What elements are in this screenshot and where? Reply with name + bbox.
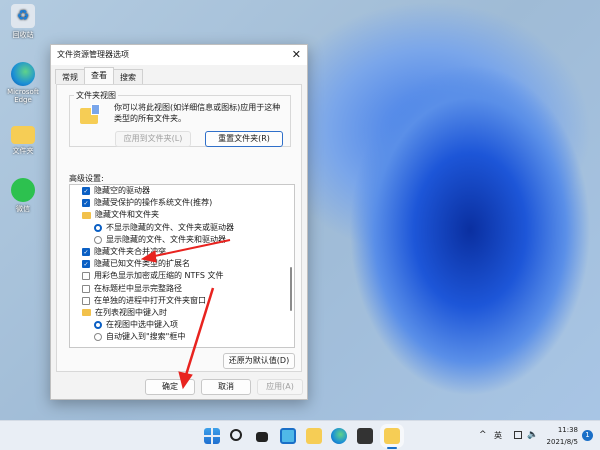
- time: 11:38: [557, 426, 578, 434]
- date: 2021/8/5: [546, 438, 578, 446]
- red-arrow-icon: [178, 287, 215, 390]
- tab-view[interactable]: 查看: [84, 67, 114, 84]
- notification-badge[interactable]: 1: [582, 430, 593, 441]
- network-icon[interactable]: [514, 431, 522, 439]
- file-explorer-icon[interactable]: [306, 428, 322, 444]
- widgets-icon[interactable]: [280, 428, 296, 444]
- active-indicator: [387, 447, 397, 449]
- folder-options-app-icon[interactable]: [384, 428, 400, 444]
- store-icon[interactable]: [357, 428, 373, 444]
- clock[interactable]: 11:38 2021/8/5: [546, 424, 578, 448]
- edge-icon[interactable]: [331, 428, 347, 444]
- start-icon[interactable]: [204, 428, 220, 444]
- volume-icon[interactable]: 🔈: [527, 430, 538, 440]
- task-view-icon[interactable]: [256, 432, 268, 442]
- search-icon[interactable]: [230, 429, 242, 441]
- tray-chevron-icon[interactable]: ^: [479, 430, 487, 440]
- ime-indicator[interactable]: 英: [494, 430, 502, 441]
- red-arrow-icon: [140, 239, 231, 263]
- taskbar: ^ 英 🔈 11:38 2021/8/5 1: [0, 420, 600, 450]
